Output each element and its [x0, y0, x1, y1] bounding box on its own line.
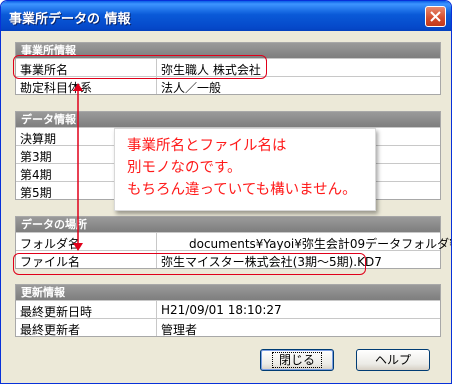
close-window-button[interactable] — [425, 6, 446, 27]
close-button-label: 閉じる — [271, 352, 322, 368]
close-icon — [430, 11, 441, 22]
group-header-update: 更新情報 — [16, 285, 440, 300]
last-updater-label: 最終更新者 — [20, 323, 81, 337]
period-5-label: 第5期 — [20, 186, 52, 200]
file-name-highlight — [13, 253, 366, 275]
annotation-line-2: 別モノなのです。 — [127, 160, 242, 176]
window-title: 事業所データの 情報 — [9, 12, 131, 27]
office-name-highlight — [13, 55, 267, 79]
row-last-updater: 最終更新者 管理者 — [16, 318, 440, 337]
last-updater-value: 管理者 — [161, 323, 198, 337]
annotation-line-1: 事業所名とファイル名は — [127, 138, 287, 154]
help-button[interactable]: ヘルプ — [356, 349, 430, 371]
row-last-updated: 最終更新日時 H21/09/01 18:10:27 — [16, 300, 440, 319]
help-button-label: ヘルプ — [374, 353, 411, 367]
annotation-line-3: もちろん違っていても構いません。 — [127, 182, 357, 198]
double-arrow-icon — [73, 83, 83, 251]
account-system-value: 法人／一般 — [161, 81, 222, 95]
last-updated-value: H21/09/01 18:10:27 — [161, 303, 282, 317]
title-bar: 事業所データの 情報 — [1, 1, 451, 31]
dialog-window: 事業所データの 情報 事業所情報 事業所名 弥生職人 株式会社 勘定科目体系 法… — [0, 0, 452, 384]
close-button[interactable]: 閉じる — [260, 349, 334, 371]
group-update-info: 更新情報 最終更新日時 H21/09/01 18:10:27 最終更新者 管理者 — [15, 284, 441, 337]
annotation-callout: 事業所名とファイル名は 別モノなのです。 もちろん違っていても構いません。 — [114, 128, 376, 211]
